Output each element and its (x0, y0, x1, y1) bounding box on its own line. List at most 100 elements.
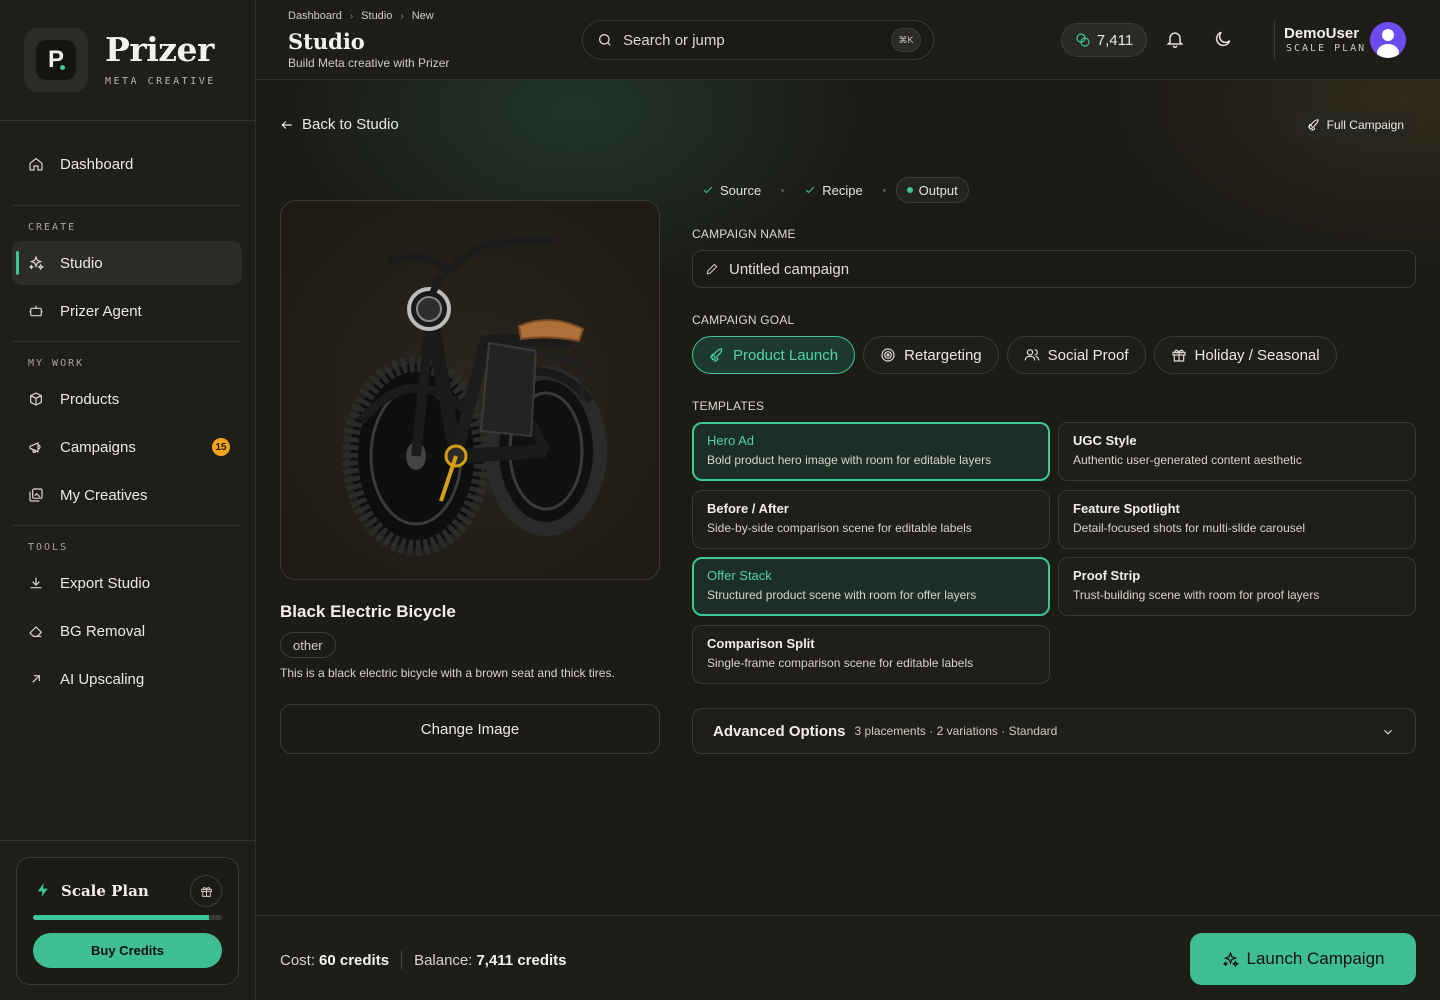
sidebar-item-label: Campaigns (60, 438, 136, 456)
user-plan: SCALE PLAN (1286, 43, 1367, 54)
template-offer-stack[interactable]: Offer Stack Structured product scene wit… (692, 557, 1050, 616)
product-description: This is a black electric bicycle with a … (280, 666, 615, 680)
sidebar-item-my-creatives[interactable]: My Creatives (12, 473, 242, 517)
breadcrumb: Dashboard › Studio › New (288, 10, 434, 22)
goal-product-launch[interactable]: Product Launch (692, 336, 856, 374)
campaign-goal-label: CAMPAIGN GOAL (692, 313, 795, 327)
pencil-icon (706, 263, 718, 275)
balance-value: 7,411 credits (476, 951, 567, 969)
arrow-up-right-icon (32, 675, 40, 683)
breadcrumb-new: New (411, 10, 434, 22)
full-campaign-button[interactable]: Full Campaign (1294, 112, 1416, 138)
rocket-icon (709, 348, 723, 363)
template-description: Trust-building scene with room for proof… (1073, 588, 1320, 602)
action-footer: Cost: 60 credits Balance: 7,411 credits … (256, 915, 1440, 1000)
chevron-right-icon: › (349, 10, 354, 22)
bell-icon (1166, 32, 1184, 49)
template-comparison-split[interactable]: Comparison Split Single-frame comparison… (692, 625, 1050, 684)
template-feature-spotlight[interactable]: Feature Spotlight Detail-focused shots f… (1058, 490, 1416, 549)
sidebar-item-label: Export Studio (60, 574, 151, 592)
breadcrumb-dashboard[interactable]: Dashboard (288, 10, 342, 22)
sidebar-item-prizer-agent[interactable]: Prizer Agent (12, 289, 242, 333)
user-name[interactable]: DemoUser (1284, 25, 1359, 42)
current-step-dot (906, 187, 913, 193)
divider (0, 120, 256, 121)
brand-logo: P (24, 28, 88, 92)
main-content: Back to Studio Full Campaign Black Elect… (256, 80, 1440, 915)
template-description: Side-by-side comparison scene for editab… (707, 521, 972, 535)
chevron-right-icon: › (400, 10, 404, 22)
divider (401, 951, 403, 969)
avatar[interactable] (1370, 22, 1406, 58)
plan-gift-button[interactable] (190, 875, 222, 907)
bot-icon (29, 305, 43, 317)
sidebar-item-campaigns[interactable]: Campaigns 15 (12, 425, 242, 469)
cost-summary: Cost: 60 credits Balance: 7,411 credits (280, 951, 567, 969)
search-shortcut: ⌘K (891, 28, 921, 52)
goal-retargeting[interactable]: Retargeting (863, 336, 999, 374)
rocket-icon (1307, 119, 1319, 132)
goal-label: Social Proof (1047, 346, 1129, 364)
search-input[interactable]: Search or jump ⌘K (582, 20, 934, 60)
back-to-studio-link[interactable]: Back to Studio (280, 116, 399, 133)
template-before-after[interactable]: Before / After Side-by-side comparison s… (692, 490, 1050, 549)
chevron-down-icon (1381, 725, 1395, 739)
template-ugc-style[interactable]: UGC Style Authentic user-generated conte… (1058, 422, 1416, 481)
sidebar-item-products[interactable]: Products (12, 377, 242, 421)
top-header: Dashboard › Studio › New Studio Build Me… (256, 0, 1440, 80)
goal-label: Retargeting (904, 346, 982, 364)
template-title: UGC Style (1073, 433, 1137, 448)
home-icon (29, 157, 43, 171)
divider (12, 525, 242, 526)
sidebar-item-studio[interactable]: Studio (12, 241, 242, 285)
goal-social-proof[interactable]: Social Proof (1006, 336, 1146, 374)
template-proof-strip[interactable]: Proof Strip Trust-building scene with ro… (1058, 557, 1416, 616)
template-description: Detail-focused shots for multi-slide car… (1073, 521, 1306, 535)
goal-label: Product Launch (733, 346, 839, 364)
sidebar-item-label: Products (60, 390, 120, 408)
gift-icon (1171, 349, 1186, 362)
step-source[interactable]: Source (692, 177, 771, 203)
sidebar-item-ai-upscaling[interactable]: AI Upscaling (12, 657, 242, 701)
back-label: Back to Studio (302, 116, 399, 133)
bolt-icon (37, 883, 48, 897)
plan-usage-fill (33, 915, 209, 920)
goal-holiday-seasonal[interactable]: Holiday / Seasonal (1153, 336, 1337, 374)
campaign-goal-group: Product Launch Retargeting Social Proof … (692, 336, 1337, 374)
brand[interactable]: P Prizer META CREATIVE (24, 28, 244, 92)
users-icon (1024, 349, 1039, 361)
balance-label: Balance: (414, 951, 473, 969)
template-description: Single-frame comparison scene for editab… (707, 656, 974, 670)
step-recipe[interactable]: Recipe (794, 177, 872, 203)
step-label: Source (720, 182, 762, 198)
check-icon (805, 186, 815, 194)
sidebar-item-dashboard[interactable]: Dashboard (12, 142, 242, 186)
section-label-create: CREATE (28, 222, 77, 233)
template-title: Comparison Split (707, 636, 815, 651)
target-icon (881, 348, 895, 362)
campaign-name-field[interactable]: Untitled campaign (692, 250, 1416, 288)
arrow-left-icon (281, 120, 292, 129)
credits-balance-pill[interactable]: 7,411 (1061, 23, 1147, 57)
sidebar-item-export-studio[interactable]: Export Studio (12, 561, 242, 605)
gallery-icon (29, 488, 43, 502)
step-output[interactable]: Output (895, 177, 969, 203)
theme-toggle-button[interactable] (1213, 29, 1235, 51)
progress-steps: Source Recipe Output (692, 177, 969, 203)
change-image-button[interactable]: Change Image (280, 704, 660, 754)
template-description: Bold product hero image with room for ed… (707, 453, 992, 467)
sidebar-item-bg-removal[interactable]: BG Removal (12, 609, 242, 653)
breadcrumb-studio[interactable]: Studio (361, 10, 392, 22)
plan-card: Scale Plan Buy Credits (16, 857, 239, 985)
plan-name: Scale Plan (61, 882, 149, 900)
buy-credits-button[interactable]: Buy Credits (33, 933, 222, 968)
product-image (280, 200, 660, 580)
template-title: Hero Ad (707, 433, 754, 448)
sidebar-item-label: AI Upscaling (60, 670, 145, 688)
advanced-options-toggle[interactable]: Advanced Options 3 placements · 2 variat… (692, 708, 1416, 754)
launch-campaign-button[interactable]: Launch Campaign (1190, 933, 1416, 985)
notifications-button[interactable] (1165, 29, 1187, 51)
template-hero-ad[interactable]: Hero Ad Bold product hero image with roo… (692, 422, 1050, 481)
template-description: Structured product scene with room for o… (707, 588, 977, 602)
campaign-name-value: Untitled campaign (729, 260, 850, 278)
